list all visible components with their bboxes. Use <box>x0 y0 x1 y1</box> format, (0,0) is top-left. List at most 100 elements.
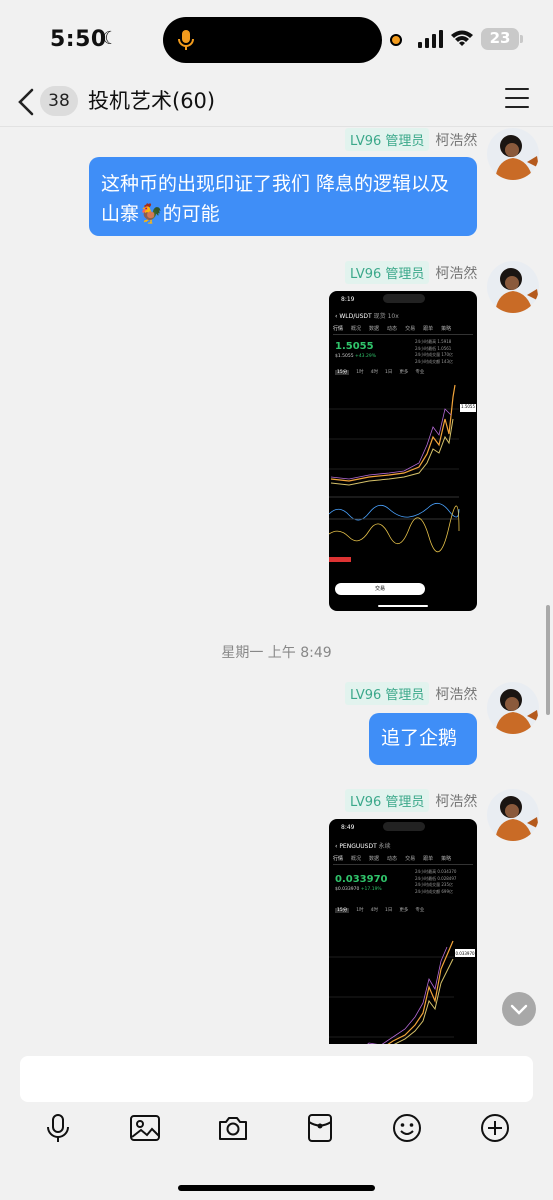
shot-usd: $0.033970 <box>335 887 360 892</box>
message-list[interactable]: LV96 管理员 柯浩然 这种币的出现印证了我们 降息的逻辑以及山寨🐓的可能 LV… <box>0 126 553 1044</box>
shot-pair: PENGUUSDT <box>339 843 377 850</box>
shot-intervals: 15分 1时 4时 1日 更多 专业 <box>335 369 424 375</box>
menu-line <box>505 88 529 90</box>
wifi-icon <box>451 30 473 46</box>
sender-name: 柯浩然 <box>435 686 478 703</box>
menu-line <box>505 97 529 99</box>
shot-price: 1.5055 <box>335 341 374 352</box>
message-bubble[interactable]: 追了企鹅 <box>369 713 477 765</box>
shot-stats: 24小时最高 0.034370 24小时最低 0.028497 24小时成交量 … <box>415 869 456 895</box>
shot-interval: 15分 <box>335 370 350 375</box>
shot-island <box>383 294 425 303</box>
shot-tabs: 行情 概况 数据 动态 交易 跟单 策略 <box>333 855 473 865</box>
shot-tag: 现货 <box>373 313 386 320</box>
shot-interval: 4时 <box>370 908 378 913</box>
avatar[interactable] <box>487 789 539 841</box>
focus-moon-icon: ☾ <box>102 28 119 49</box>
message-bubble[interactable]: 这种币的出现印证了我们 降息的逻辑以及山寨🐓的可能 <box>89 157 477 236</box>
shot-stats: 24小时最高 1.5918 24小时最低 1.0561 24小时成交量 170亿… <box>415 339 453 365</box>
shot-tab: 策略 <box>441 856 452 862</box>
home-indicator <box>178 1185 375 1191</box>
sender-info: LV96 管理员 柯浩然 <box>345 682 478 705</box>
shot-tab: 跟单 <box>423 326 434 332</box>
shot-interval: 1日 <box>384 908 393 913</box>
plus-icon[interactable] <box>479 1112 511 1144</box>
shot-tab: 概况 <box>351 856 362 862</box>
back-button[interactable] <box>14 84 40 120</box>
shot-interval: 15分 <box>335 908 350 913</box>
shot-interval: 更多 <box>399 370 409 375</box>
shot-stat: 24小时成交量 170亿 <box>415 352 453 357</box>
avatar-image <box>487 682 539 734</box>
shot-current-label: 1.5055 <box>461 404 475 409</box>
shot-leverage: 10x <box>387 313 399 320</box>
shot-interval: 1时 <box>356 370 364 375</box>
shot-change: +43.29% <box>355 354 376 359</box>
input-panel <box>0 1044 553 1200</box>
shot-time: 8:49 <box>341 824 355 831</box>
shot-current-label: 0.033970 <box>455 951 475 956</box>
red-packet-icon[interactable] <box>304 1112 336 1144</box>
microphone-indicator-icon <box>178 30 194 50</box>
shot-tag: 永续 <box>378 843 391 850</box>
shot-tab: 策略 <box>441 326 452 332</box>
menu-button[interactable] <box>505 88 529 110</box>
battery-level: 23 <box>489 29 511 47</box>
shot-usd: $1.5055 <box>335 354 354 359</box>
shot-stat: 24小时最高 0.034370 <box>415 869 457 874</box>
avatar-image <box>487 261 539 313</box>
recording-dot-icon <box>390 34 402 46</box>
emoji-icon[interactable] <box>391 1112 423 1144</box>
shot-change: +17.19% <box>360 887 382 892</box>
sender-name: 柯浩然 <box>435 132 478 149</box>
shot-interval: 更多 <box>399 908 409 913</box>
sender-name: 柯浩然 <box>435 265 478 282</box>
kline-chart-image <box>329 384 476 562</box>
level-badge: LV96 管理员 <box>345 682 430 705</box>
shot-island <box>383 822 425 831</box>
shot-subprice: $1.5055 +43.29% <box>335 354 376 359</box>
sender-info: LV96 管理员 柯浩然 <box>345 128 478 151</box>
level-badge: LV96 管理员 <box>345 128 430 151</box>
shot-interval: 专业 <box>415 370 425 375</box>
input-toolbar <box>0 1112 553 1148</box>
camera-icon[interactable] <box>217 1112 249 1144</box>
image-message[interactable]: 8:19 ‹ WLD/USDT 现货 10x 行情 概况 数据 动态 交易 跟单 策略 1.… <box>329 291 477 611</box>
shot-tab: 交易 <box>405 856 416 862</box>
image-icon[interactable] <box>129 1112 161 1144</box>
shot-interval: 4时 <box>370 370 378 375</box>
chevron-down-icon <box>510 1004 528 1015</box>
shot-tab: 行情 <box>333 856 344 862</box>
chat-title: 投机艺术(60) <box>88 89 216 113</box>
kline-chart-image <box>329 940 475 1044</box>
shot-tab: 交易 <box>405 326 416 332</box>
image-message[interactable]: 8:49 ‹ PENGUUSDT 永续 行情 概况 数据 动态 交易 跟单 策略 0.033… <box>329 819 477 1044</box>
avatar[interactable] <box>487 682 539 734</box>
scroll-to-bottom-button[interactable] <box>502 992 536 1026</box>
avatar-image <box>487 789 539 841</box>
shot-trade-button: 交易 <box>335 583 425 595</box>
shot-subprice: $0.033970 +17.19% <box>335 887 382 892</box>
shot-intervals: 15分 1时 4时 1日 更多 专业 <box>335 907 424 913</box>
shot-interval: 专业 <box>415 908 425 913</box>
cellular-signal-icon <box>418 30 443 48</box>
shot-home-indicator <box>378 605 428 607</box>
shot-header: ‹ PENGUUSDT 永续 <box>335 843 391 850</box>
shot-price: 0.033970 <box>335 874 388 885</box>
avatar[interactable] <box>487 261 539 313</box>
avatar-image <box>487 128 539 180</box>
avatar[interactable] <box>487 128 539 180</box>
shot-tab: 数据 <box>369 856 380 862</box>
status-time: 5:50 <box>50 27 107 52</box>
chat-header: 38 投机艺术(60) <box>0 78 553 127</box>
scrollbar-thumb[interactable] <box>546 605 550 715</box>
shot-stat: 24小时成交额 143亿 <box>415 358 453 364</box>
microphone-icon[interactable] <box>42 1112 74 1144</box>
shot-stat: 24小时成交量 235亿 <box>415 882 453 887</box>
shot-tab: 动态 <box>387 326 398 332</box>
unread-count-badge[interactable]: 38 <box>40 86 78 116</box>
timestamp: 星期一 上午 8:49 <box>221 645 332 661</box>
shot-header: ‹ WLD/USDT 现货 10x <box>335 313 399 320</box>
message-input[interactable] <box>20 1056 533 1102</box>
shot-pair: WLD/USDT <box>339 313 372 320</box>
